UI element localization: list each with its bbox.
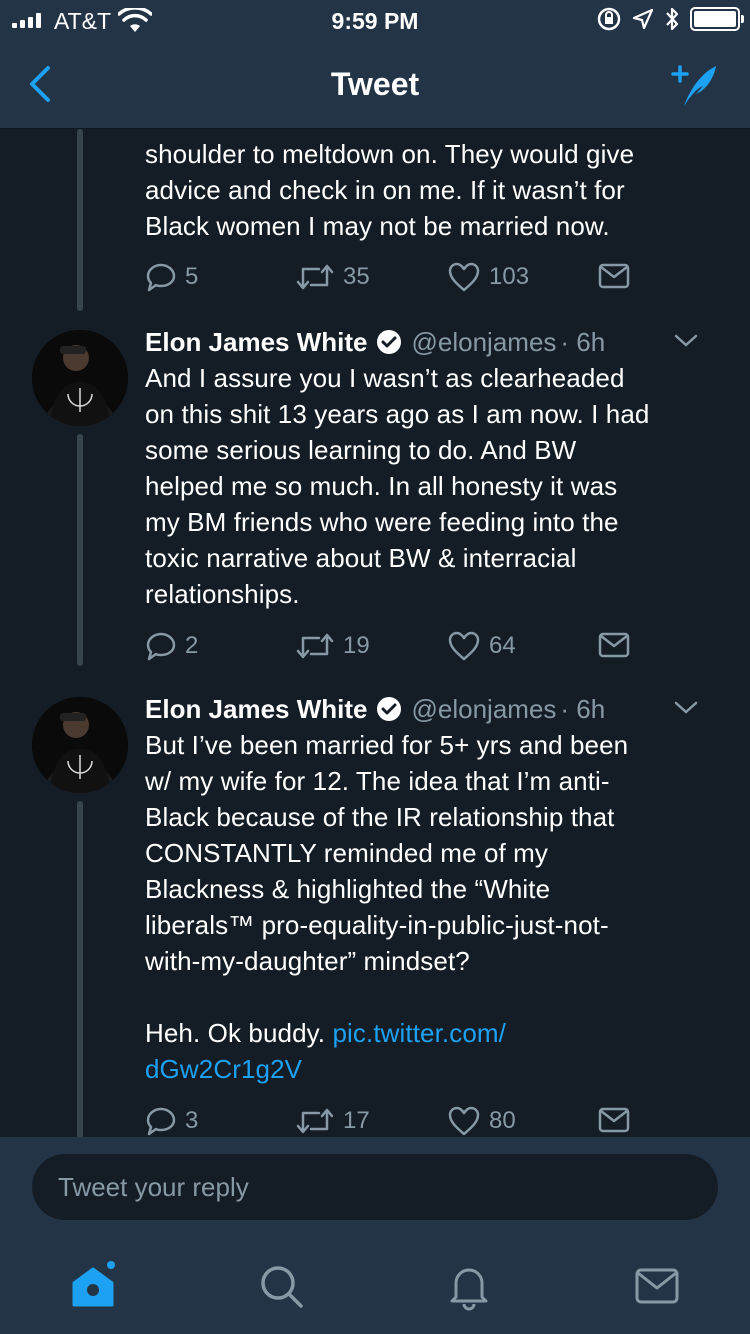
like-count: 64 (489, 632, 516, 659)
tab-bar (0, 1237, 750, 1334)
search-icon[interactable] (256, 1261, 306, 1311)
tweet-text: And I assure you I wasn’t as clearheaded… (145, 363, 650, 609)
top-bar: AT&T 9:59 PM Tweet (0, 0, 750, 129)
envelope-icon (598, 1107, 630, 1133)
tweet-tail-text: Heh. Ok buddy. (145, 1018, 333, 1048)
message-button[interactable] (597, 1105, 631, 1135)
reply-count: 3 (185, 1107, 199, 1134)
battery-icon (690, 7, 744, 31)
tweet-header: Elon James White @elonjames · 6h (145, 322, 725, 362)
compose-tweet-icon[interactable] (670, 60, 720, 110)
page-title: Tweet (330, 66, 420, 102)
like-count: 103 (489, 263, 530, 290)
envelope-icon (598, 632, 630, 658)
home-icon[interactable] (68, 1261, 118, 1311)
status-icons (596, 6, 744, 32)
like-button[interactable]: 103 (447, 261, 529, 293)
tweet-header: Elon James White @elonjames · 6h (145, 689, 725, 729)
reply-count: 2 (185, 632, 199, 659)
author-name[interactable]: Elon James White (145, 694, 368, 725)
tweet-actions: 5 35 103 (145, 261, 645, 301)
heart-icon (448, 262, 480, 292)
thread-line (77, 801, 83, 1137)
reply-icon (146, 1107, 176, 1136)
chevron-down-icon[interactable] (673, 330, 699, 350)
author-handle[interactable]: @elonjames (412, 327, 557, 358)
tweet-text: shoulder to meltdown on. They would give… (145, 139, 635, 241)
messages-icon[interactable] (632, 1261, 682, 1311)
retweet-button[interactable]: 19 (295, 630, 370, 662)
author-name[interactable]: Elon James White (145, 327, 368, 358)
message-button[interactable] (597, 261, 631, 291)
retweet-button[interactable]: 17 (295, 1105, 370, 1137)
retweet-count: 35 (343, 263, 370, 290)
reply-bar (0, 1137, 750, 1237)
reply-icon (146, 632, 176, 661)
tweet-link[interactable]: dGw2Cr1g2V (145, 1054, 302, 1084)
location-icon (632, 8, 654, 30)
reply-button[interactable]: 2 (145, 630, 198, 662)
heart-icon (448, 1106, 480, 1136)
like-button[interactable]: 80 (447, 1105, 516, 1137)
chevron-down-icon[interactable] (673, 697, 699, 717)
like-count: 80 (489, 1107, 516, 1134)
reply-input[interactable] (32, 1154, 718, 1220)
tweet-time: · 6h (560, 326, 606, 357)
retweet-icon (296, 264, 334, 290)
reply-count: 5 (185, 263, 199, 290)
tweet-actions: 3 17 80 (145, 1105, 645, 1137)
tweet-time: · 6h (560, 693, 606, 724)
retweet-icon (296, 1108, 334, 1134)
avatar[interactable] (32, 330, 128, 426)
notifications-icon[interactable] (444, 1261, 494, 1311)
like-button[interactable]: 64 (447, 630, 516, 662)
thread-line (77, 434, 83, 666)
verified-badge-icon (376, 330, 401, 354)
tweet-text: But I’ve been married for 5+ yrs and bee… (145, 730, 629, 1084)
tweet-link[interactable]: pic.twitter.com/ (332, 1018, 506, 1048)
tweet-actions: 2 19 64 (145, 630, 645, 670)
retweet-count: 17 (343, 1107, 370, 1134)
retweet-icon (296, 633, 334, 659)
retweet-count: 19 (343, 632, 370, 659)
avatar[interactable] (32, 697, 128, 793)
message-button[interactable] (597, 630, 631, 660)
author-handle[interactable]: @elonjames (412, 694, 557, 725)
reply-button[interactable]: 3 (145, 1105, 198, 1137)
verified-badge-icon (376, 697, 401, 721)
envelope-icon (598, 263, 630, 289)
rotation-lock-icon (597, 7, 621, 31)
heart-icon (448, 631, 480, 661)
status-bar: AT&T 9:59 PM (0, 0, 750, 40)
reply-button[interactable]: 5 (145, 261, 198, 293)
reply-icon (146, 263, 176, 292)
bluetooth-icon (666, 7, 679, 31)
thread-line (77, 129, 83, 311)
tweet-thread[interactable]: shoulder to meltdown on. They would give… (0, 129, 750, 1137)
retweet-button[interactable]: 35 (295, 261, 370, 293)
